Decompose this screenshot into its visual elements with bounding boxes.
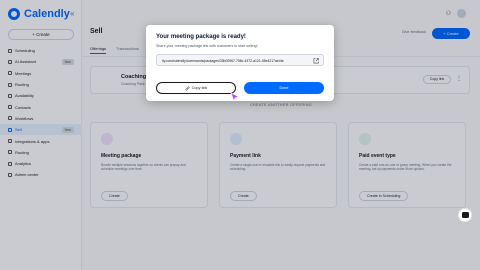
done-button[interactable]: Done (244, 82, 324, 94)
package-link-field[interactable]: tly.com/calendly/commands/packages/33b00… (156, 54, 324, 66)
link-icon (185, 86, 190, 90)
package-link-text: tly.com/calendly/commands/packages/33b00… (162, 58, 284, 63)
modal-description: Share your meeting package link with cus… (156, 44, 258, 48)
copy-link-button[interactable]: Copy link (156, 82, 236, 94)
cursor-icon (230, 92, 240, 102)
external-link-icon[interactable] (313, 57, 319, 64)
chat-icon (461, 212, 469, 218)
modal-title: Your meeting package is ready! (156, 34, 246, 40)
package-ready-modal: Your meeting package is ready! Share you… (146, 25, 334, 101)
chat-button[interactable] (458, 208, 472, 222)
copy-link-label: Copy link (191, 86, 208, 90)
